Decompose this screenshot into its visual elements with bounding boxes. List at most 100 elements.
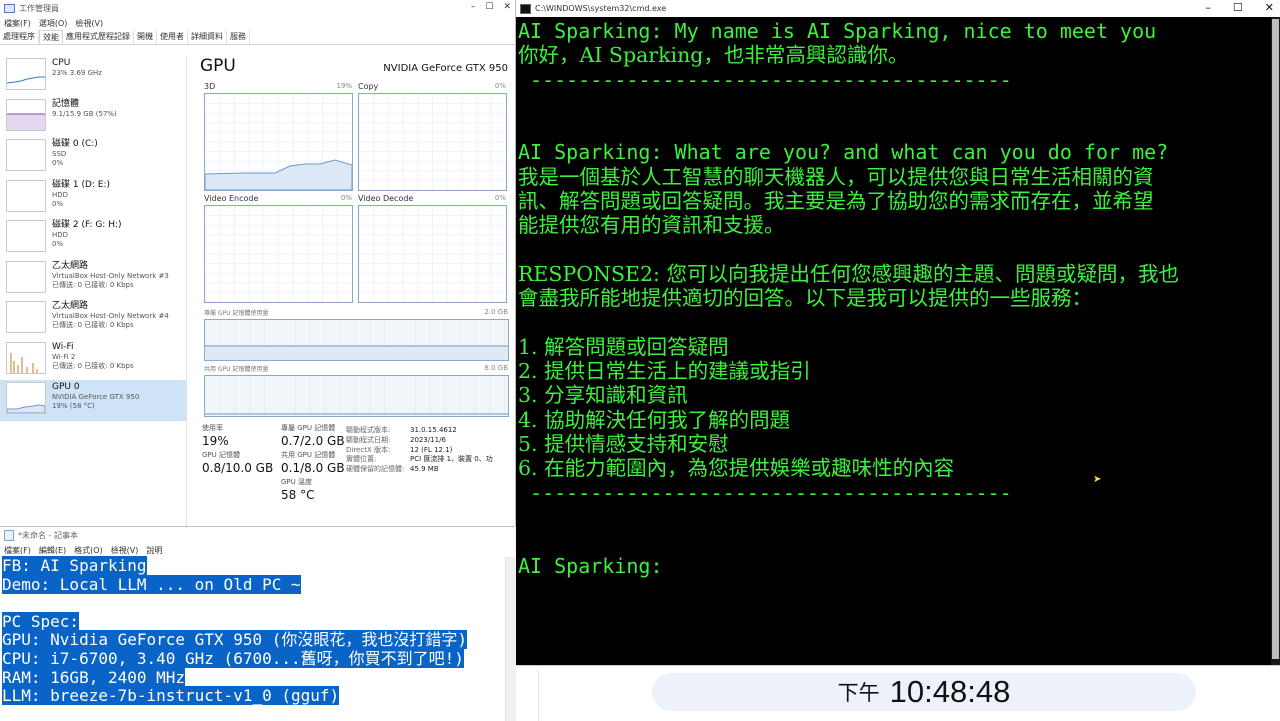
engine-label[interactable]: Video Encode bbox=[204, 194, 258, 205]
resource-name: 記憶體 bbox=[52, 98, 80, 109]
resource-detail: Wi-Fi 2 bbox=[52, 352, 76, 361]
engine-pct: 0% bbox=[340, 194, 352, 202]
notepad-line: Demo: Local LLM ... on Old PC ~ bbox=[2, 574, 467, 595]
notepad-text-area[interactable]: FB: AI Sparking Demo: Local LLM ... on Ol… bbox=[2, 556, 467, 706]
task-manager-icon bbox=[4, 3, 15, 13]
close-icon[interactable]: ✕ bbox=[1265, 1, 1274, 14]
notepad-line: GPU: Nvidia GeForce GTX 950 (你沒眼花，我也沒打錯字… bbox=[2, 630, 467, 650]
gpu-properties: 驅動程式版本: 31.0.15.4612 驅動程式日期: 2023/11/6 Dir… bbox=[346, 426, 493, 475]
notepad-line-text: CPU: i7-6700, 3.40 GHz (6700...舊呀，你買不到了吧… bbox=[2, 648, 464, 668]
menu-format[interactable]: 格式(O) bbox=[74, 545, 103, 556]
notepad-line: RAM: 16GB, 2400 MHz bbox=[2, 667, 467, 688]
resource-name: 磁碟 2 (F: G: H:) bbox=[52, 220, 122, 230]
resource-name: CPU bbox=[52, 58, 71, 68]
resource-item[interactable]: CPU 23% 3.69 GHz bbox=[0, 56, 186, 97]
tab-performance[interactable]: 效能 bbox=[39, 30, 63, 44]
notepad-line bbox=[2, 594, 467, 613]
engine-label[interactable]: Video Decode bbox=[358, 194, 413, 205]
menu-file[interactable]: 檔案(F) bbox=[4, 545, 31, 556]
cmd-icon bbox=[520, 3, 531, 14]
maximize-icon[interactable]: ☐ bbox=[1233, 1, 1243, 14]
resource-name: Wi-Fi bbox=[52, 341, 74, 352]
cmd-scrollbar[interactable] bbox=[1271, 17, 1280, 665]
resource-item[interactable]: Wi-Fi Wi-Fi 2 已傳送: 0 已接收: 0 Kbps bbox=[0, 340, 186, 381]
notepad-line-text: RAM: 16GB, 2400 MHz bbox=[2, 667, 186, 687]
resource-item[interactable]: 記憶體 9.1/15.9 GB (57%) bbox=[0, 97, 186, 138]
notepad-line-text: Demo: Local LLM ... on Old PC ~ bbox=[2, 574, 301, 594]
stat-label: GPU 溫度 bbox=[281, 478, 312, 486]
disk-graph-icon bbox=[6, 179, 46, 212]
tab-users[interactable]: 使用者 bbox=[157, 30, 188, 44]
resource-detail: HDD bbox=[52, 231, 69, 239]
notepad-scrollbar[interactable] bbox=[505, 557, 515, 721]
minimize-icon[interactable]: – bbox=[1205, 1, 1211, 14]
mouse-cursor-icon: ➤ bbox=[1093, 474, 1102, 485]
resource-name: 乙太網路 bbox=[52, 301, 89, 311]
gpu-title: GPU bbox=[200, 56, 236, 76]
console-line: 2. 提供日常生活上的建議或指引 bbox=[518, 359, 811, 384]
stat-label: 專屬 GPU 記憶體 bbox=[281, 424, 336, 432]
resource-item[interactable]: 磁碟 1 (D: E:) HDD 0% bbox=[0, 178, 186, 219]
console-line: 4. 協助解決任何我了解的問題 bbox=[518, 407, 791, 432]
prop-value: 12 (FL 12.1) bbox=[410, 445, 453, 454]
engine-label[interactable]: 3D bbox=[204, 82, 215, 93]
tab-app-history[interactable]: 應用程式歷程記錄 bbox=[63, 30, 134, 44]
menu-edit[interactable]: 編輯(E) bbox=[39, 545, 66, 556]
cmd-scroll-thumb[interactable] bbox=[1272, 19, 1279, 659]
resource-item[interactable]: 磁碟 0 (C:) SSD 0% bbox=[0, 137, 186, 178]
prop-value: 45.9 MB bbox=[410, 465, 439, 474]
engine-video-decode: Video Decode 0% bbox=[358, 194, 507, 303]
menu-file[interactable]: 檔案(F) bbox=[4, 18, 31, 29]
window-buttons: – ☐ ✕ bbox=[471, 2, 511, 12]
notepad-titlebar: *未命名 - 記事本 bbox=[0, 527, 515, 543]
prop-key: 實體位置: bbox=[346, 455, 377, 464]
maximize-icon[interactable]: ☐ bbox=[485, 2, 493, 12]
window-edge bbox=[516, 670, 539, 721]
cmd-console-output[interactable]: AI Sparking: My name is AI Sparking, nic… bbox=[518, 19, 1268, 578]
resource-detail-2: 已傳送: 0 已接收: 0 Kbps bbox=[52, 280, 134, 289]
engine-video-encode: Video Encode 0% bbox=[204, 194, 353, 303]
prop-value: 31.0.15.4612 bbox=[410, 426, 457, 434]
menu-view[interactable]: 檢視(V) bbox=[111, 545, 139, 556]
shared-memory-label: 共用 GPU 記憶體使用量 bbox=[204, 366, 269, 373]
cmd-window: C:\WINDOWS\system32\cmd.exe – ☐ ✕ AI Spa… bbox=[516, 0, 1280, 665]
stats-col-2: 專屬 GPU 記憶體 0.7/2.0 GB 共用 GPU 記憶體 0.1/8.0… bbox=[281, 424, 345, 505]
resource-item[interactable]: GPU 0 NVIDIA GeForce GTX 950 19% (58 °C) bbox=[0, 380, 186, 421]
tab-services[interactable]: 服務 bbox=[227, 30, 250, 44]
tab-processes[interactable]: 處理程序 bbox=[0, 30, 39, 44]
notepad-line-text: FB: AI Sparking bbox=[2, 556, 147, 575]
resource-detail: HDD bbox=[52, 190, 69, 199]
notepad-line: CPU: i7-6700, 3.40 GHz (6700...舊呀，你買不到了吧… bbox=[2, 648, 467, 669]
prop-key: 硬體保留的記憶體: bbox=[346, 465, 405, 474]
resource-name: 乙太網路 bbox=[52, 260, 89, 271]
console-line: 3. 分享知識和資訊 bbox=[518, 383, 688, 408]
console-line: RESPONSE2: 您可以向我提出任何您感興趣的主題、問題或疑問，我也 bbox=[518, 261, 1179, 286]
menu-options[interactable]: 選項(O) bbox=[39, 18, 68, 29]
stat-value-gpu-memory: 0.8/10.0 GB bbox=[202, 461, 274, 475]
engine-label[interactable]: Copy bbox=[358, 82, 378, 93]
console-line: ---------------------------------------- bbox=[518, 480, 1012, 505]
prop-key: 驅動程式版本: bbox=[346, 426, 391, 434]
clock-pill: 下午 10:48:48 bbox=[652, 673, 1196, 711]
resource-item[interactable]: 乙太網路 VirtualBox Host-Only Network #4 已傳送: … bbox=[0, 299, 186, 340]
tab-details[interactable]: 詳細資料 bbox=[188, 30, 227, 44]
resource-detail: SSD bbox=[52, 150, 67, 158]
stat-value-shared: 0.1/8.0 GB bbox=[281, 461, 345, 475]
menu-view[interactable]: 檢視(V) bbox=[75, 18, 103, 29]
resource-item[interactable]: 乙太網路 VirtualBox Host-Only Network #3 已傳送: … bbox=[0, 259, 186, 300]
resource-name: GPU 0 bbox=[52, 382, 80, 392]
clock-band: 下午 10:48:48 bbox=[516, 665, 1280, 721]
console-line: 5. 提供情感支持和安慰 bbox=[518, 432, 729, 457]
resource-item[interactable]: 磁碟 2 (F: G: H:) HDD 0% bbox=[0, 218, 186, 259]
task-manager-menubar: 檔案(F) 選項(O) 檢視(V) bbox=[0, 16, 515, 30]
ethernet-graph-icon bbox=[6, 260, 46, 293]
prop-value: 2023/11/6 bbox=[410, 435, 446, 444]
menu-help[interactable]: 說明 bbox=[146, 545, 162, 556]
minimize-icon[interactable]: – bbox=[471, 2, 476, 12]
engine-copy: Copy 0% bbox=[358, 82, 507, 191]
tab-startup[interactable]: 開機 bbox=[134, 30, 157, 44]
close-icon[interactable]: ✕ bbox=[503, 2, 511, 12]
